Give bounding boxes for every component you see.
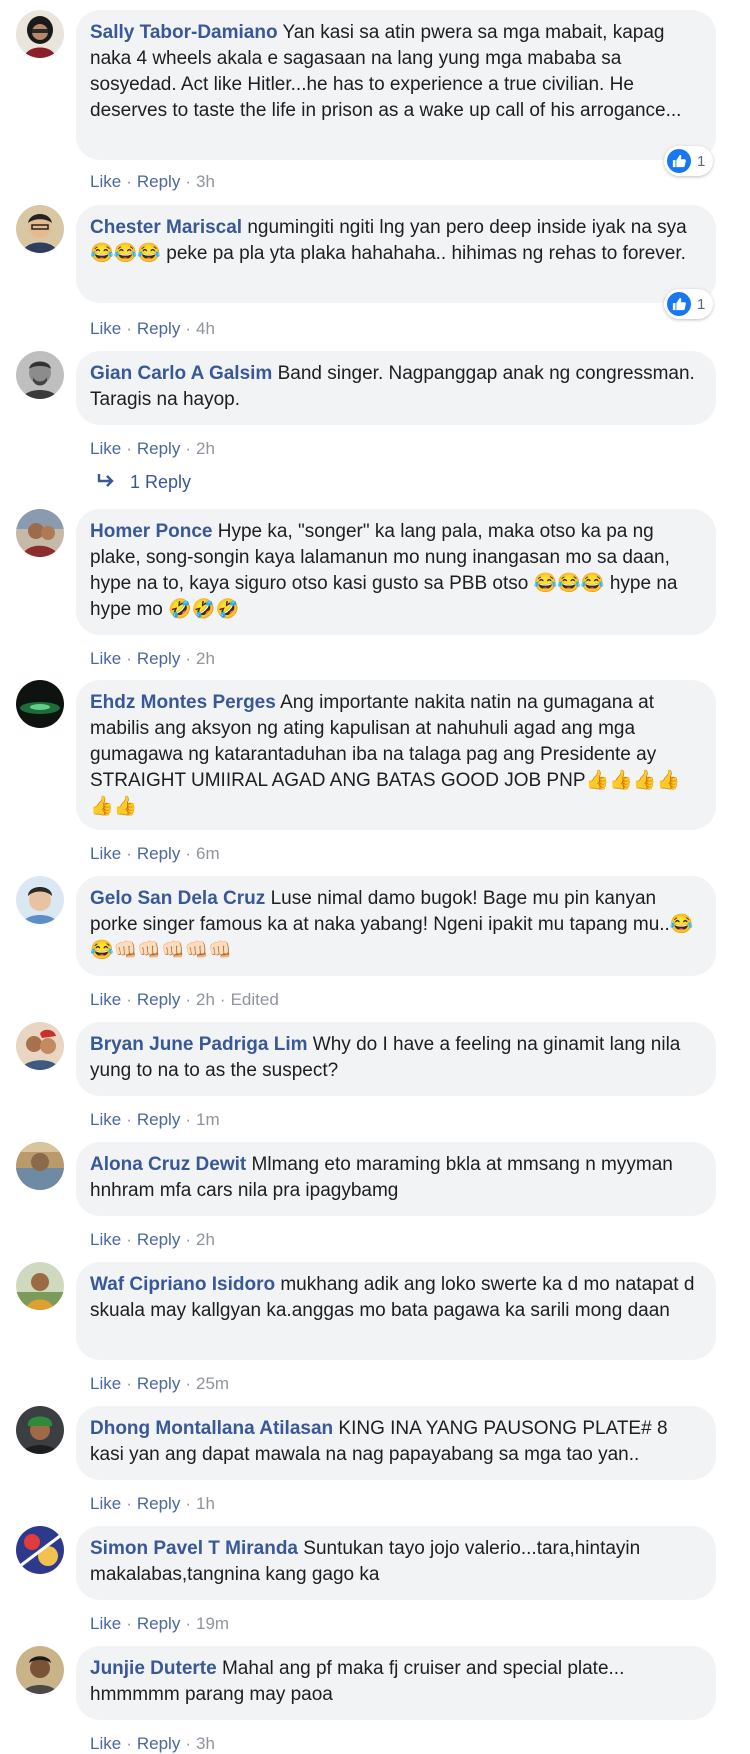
avatar[interactable] [16,876,64,924]
reply-button[interactable]: Reply [137,439,180,458]
reply-button[interactable]: Reply [137,172,180,191]
view-replies-link[interactable]: 1 Reply [96,472,191,493]
comment-actions: Like · Reply · 1h [90,1494,215,1513]
avatar[interactable] [16,1262,64,1310]
avatar[interactable] [16,205,64,253]
reply-button[interactable]: Reply [137,1230,180,1249]
comment-bubble: Dhong Montallana Atilasan KING INA YANG … [76,1406,716,1480]
comment-actions: Like · Reply · 4h [90,319,215,338]
comment-actions: Like · Reply · 2h [90,1230,215,1249]
timestamp[interactable]: 1h [196,1494,215,1513]
reaction-number: 1 [697,152,706,170]
comment-bubble: Waf Cipriano Isidoro mukhang adik ang lo… [76,1262,716,1360]
commenter-name[interactable]: Bryan June Padriga Lim [90,1034,308,1055]
reply-button[interactable]: Reply [137,1374,180,1393]
timestamp[interactable]: 2h [196,649,215,668]
reply-button[interactable]: Reply [137,844,180,863]
commenter-name[interactable]: Gelo San Dela Cruz [90,888,265,909]
commenter-name[interactable]: Waf Cipriano Isidoro [90,1274,275,1295]
timestamp[interactable]: 3h [196,1734,215,1753]
replies-count[interactable]: 1 Reply [130,472,191,493]
timestamp[interactable]: 2h [196,439,215,458]
commenter-name[interactable]: Ehdz Montes Perges [90,692,276,713]
reply-button[interactable]: Reply [137,1734,180,1753]
avatar[interactable] [16,680,64,728]
avatar[interactable] [16,10,64,58]
like-button[interactable]: Like [90,990,121,1009]
reply-button[interactable]: Reply [137,1614,180,1633]
commenter-name[interactable]: Gian Carlo A Galsim [90,363,272,384]
comment-bubble: Chester Mariscal ngumingiti ngiti lng ya… [76,205,716,303]
like-button[interactable]: Like [90,1110,121,1129]
comment-bubble: Bryan June Padriga Lim Why do I have a f… [76,1022,716,1096]
avatar[interactable] [16,1526,64,1574]
like-button[interactable]: Like [90,439,121,458]
commenter-name[interactable]: Alona Cruz Dewit [90,1154,246,1175]
comment-bubble: Gelo San Dela Cruz Luse nimal damo bugok… [76,876,716,976]
like-button[interactable]: Like [90,649,121,668]
timestamp[interactable]: 1m [196,1110,220,1129]
comment-actions: Like · Reply · 6m [90,844,220,863]
avatar[interactable] [16,1406,64,1454]
comment-actions: Like · Reply · 19m [90,1614,230,1633]
comment-actions: Like · Reply · 1m [90,1110,220,1129]
like-button[interactable]: Like [90,1230,121,1249]
reply-button[interactable]: Reply [137,319,180,338]
commenter-name[interactable]: Junjie Duterte [90,1658,217,1679]
reply-arrow-icon [96,472,116,493]
comment-bubble: Gian Carlo A Galsim Band singer. Nagpang… [76,351,716,425]
avatar[interactable] [16,351,64,399]
timestamp[interactable]: 3h [196,172,215,191]
reply-button[interactable]: Reply [137,1110,180,1129]
commenter-name[interactable]: Dhong Montallana Atilasan [90,1418,333,1439]
avatar[interactable] [16,1646,64,1694]
commenter-name[interactable]: Homer Ponce [90,521,212,542]
thumbs-up-icon [667,149,691,173]
thumbs-up-icon [667,292,691,316]
timestamp[interactable]: 25m [196,1374,229,1393]
comment-actions: Like · Reply · 25m [90,1374,230,1393]
comment-actions: Like · Reply · 3h [90,1734,215,1753]
avatar[interactable] [16,1142,64,1190]
avatar[interactable] [16,1022,64,1070]
commenter-name[interactable]: Chester Mariscal [90,217,242,238]
like-button[interactable]: Like [90,1374,121,1393]
commenter-name[interactable]: Simon Pavel T Miranda [90,1538,298,1559]
comment-bubble: Sally Tabor-Damiano Yan kasi sa atin pwe… [76,10,716,160]
commenter-name[interactable]: Sally Tabor-Damiano [90,22,278,43]
comment-bubble: Ehdz Montes Perges Ang importante nakita… [76,680,716,830]
comment-actions: Like · Reply · 2h [90,439,215,458]
like-button[interactable]: Like [90,319,121,338]
comment-bubble: Homer Ponce Hype ka, "songer" ka lang pa… [76,509,716,635]
comment-bubble: Simon Pavel T Miranda Suntukan tayo jojo… [76,1526,716,1600]
reply-button[interactable]: Reply [137,990,180,1009]
like-button[interactable]: Like [90,1734,121,1753]
reaction-count[interactable]: 1 [664,146,714,176]
reply-button[interactable]: Reply [137,649,180,668]
timestamp[interactable]: 6m [196,844,220,863]
timestamp[interactable]: 4h [196,319,215,338]
comment-actions: Like · Reply · 3h [90,172,215,191]
reaction-count[interactable]: 1 [664,289,714,319]
comment-actions: Like · Reply · 2h · Edited [90,990,279,1009]
timestamp[interactable]: 2h [196,1230,215,1249]
avatar[interactable] [16,509,64,557]
comment-bubble: Alona Cruz Dewit Mlmang eto maraming bkl… [76,1142,716,1216]
like-button[interactable]: Like [90,172,121,191]
timestamp[interactable]: 2h [196,990,215,1009]
like-button[interactable]: Like [90,844,121,863]
reaction-number: 1 [697,295,706,313]
comment-bubble: Junjie Duterte Mahal ang pf maka fj crui… [76,1646,716,1720]
comment-actions: Like · Reply · 2h [90,649,215,668]
edited-label[interactable]: Edited [231,990,279,1009]
timestamp[interactable]: 19m [196,1614,229,1633]
like-button[interactable]: Like [90,1494,121,1513]
like-button[interactable]: Like [90,1614,121,1633]
reply-button[interactable]: Reply [137,1494,180,1513]
